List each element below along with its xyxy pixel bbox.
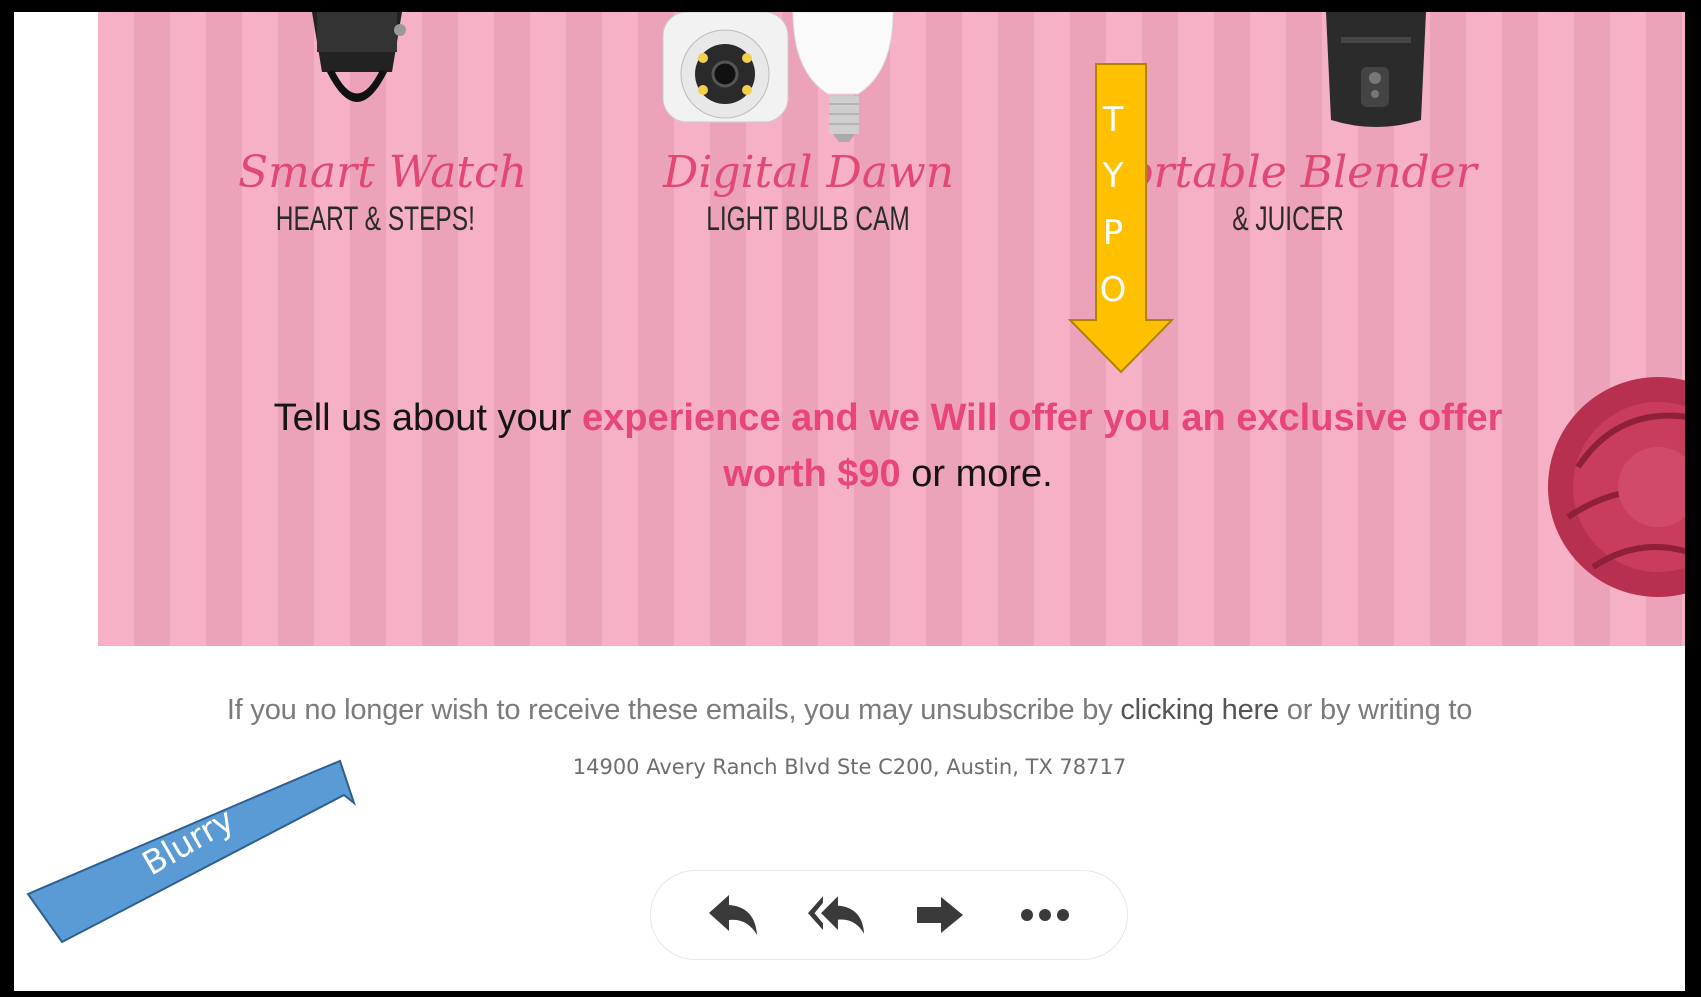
product-digital-dawn[interactable]: Digital Dawn LIGHT BULB CAM (663, 147, 955, 239)
product-smart-watch[interactable]: Smart Watch HEART & STEPS! (238, 147, 528, 239)
light-bulb-cam-image (662, 12, 894, 142)
more-actions-button[interactable] (1016, 886, 1074, 944)
unsubscribe-link[interactable]: clicking here (1120, 694, 1279, 726)
product-caption: HEART & STEPS! (275, 200, 475, 238)
reply-all-button[interactable] (808, 886, 866, 944)
portable-blender-image (1326, 12, 1426, 127)
product-name: Portable Blender (1099, 147, 1477, 198)
product-name: Smart Watch (238, 147, 528, 198)
product-name: Digital Dawn (663, 147, 955, 198)
rose-decoration (1548, 377, 1685, 597)
promo-banner: Smart Watch HEART & STEPS! Digital Dawn … (98, 12, 1685, 646)
forward-button[interactable] (912, 886, 970, 944)
reply-all-icon (808, 896, 865, 934)
forward-icon (917, 897, 963, 933)
reply-button[interactable] (704, 886, 762, 944)
product-portable-blender[interactable]: Portable Blender & JUICER (1098, 147, 1478, 239)
product-caption: & JUICER (1232, 200, 1344, 238)
more-icon (1021, 909, 1069, 921)
promo-lead-text: Tell us about your (273, 397, 582, 439)
promo-message: Tell us about your experience and we Wil… (218, 390, 1558, 502)
mailing-address: 14900 Avery Ranch Blvd Ste C200, Austin,… (572, 755, 1127, 779)
message-action-bar (650, 870, 1128, 960)
product-caption: LIGHT BULB CAM (706, 200, 910, 238)
unsubscribe-prefix: If you no longer wish to receive these e… (226, 694, 1121, 726)
promo-tail-text: or more. (900, 453, 1053, 495)
email-viewport: Smart Watch HEART & STEPS! Digital Dawn … (14, 12, 1685, 991)
reply-icon (709, 895, 757, 935)
smart-watch-image (312, 12, 406, 102)
unsubscribe-notice: If you no longer wish to receive these e… (14, 694, 1685, 727)
unsubscribe-suffix: or by writing to (1278, 694, 1473, 726)
